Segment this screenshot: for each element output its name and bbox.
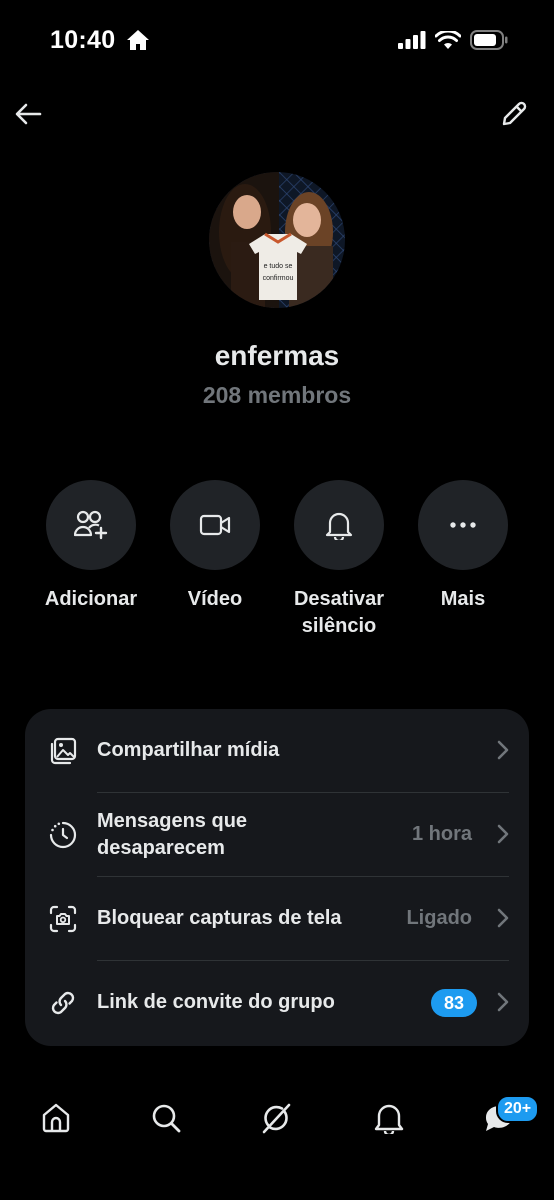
more-button-circle[interactable] xyxy=(418,480,508,570)
disappearing-messages-label: Mensagens que desaparecem xyxy=(97,810,248,859)
search-icon xyxy=(152,1104,181,1133)
chevron-right-icon xyxy=(497,740,509,760)
messages-badge: 20+ xyxy=(496,1095,540,1123)
share-media-row[interactable]: Compartilhar mídia xyxy=(25,709,529,793)
battery-icon xyxy=(470,30,508,50)
group-name: enfermas xyxy=(214,340,340,371)
bottom-tab-bar xyxy=(0,1080,554,1152)
avatar-shirt-text-line1: e tudo se xyxy=(264,263,293,270)
block-screenshots-row[interactable]: Bloquear capturas de tela Ligado xyxy=(25,877,529,961)
member-count[interactable]: 208 membros xyxy=(0,382,554,409)
pencil-icon xyxy=(502,101,527,126)
arrow-left-icon xyxy=(15,103,42,125)
home-icon xyxy=(42,1103,70,1133)
video-button-circle[interactable] xyxy=(170,480,260,570)
disappearing-messages-value: 1 hora xyxy=(411,823,472,845)
invite-link-row[interactable]: Link de convite do grupo 83 xyxy=(25,961,529,1045)
wifi-icon xyxy=(435,30,461,49)
chevron-right-icon xyxy=(497,908,509,928)
status-icons xyxy=(398,30,508,50)
screenshot-icon xyxy=(47,903,79,935)
more-icon xyxy=(450,522,476,528)
status-time: 10:40 xyxy=(50,26,116,54)
bell-icon xyxy=(325,512,353,540)
share-media-label: Compartilhar mídia xyxy=(97,739,280,761)
home-indicator-icon xyxy=(126,29,150,56)
grok-icon xyxy=(262,1103,291,1134)
add-people-icon xyxy=(74,510,108,540)
tab-home[interactable] xyxy=(36,1098,76,1138)
tab-notifications[interactable] xyxy=(369,1098,409,1138)
disappearing-messages-row[interactable]: Mensagens que desaparecem 1 hora xyxy=(25,793,529,877)
group-photo: e tudo se confirmou xyxy=(209,172,345,308)
back-button[interactable] xyxy=(6,92,50,136)
video-button-label: Vídeo xyxy=(187,588,243,610)
tab-search[interactable] xyxy=(146,1098,186,1138)
status-bar: 10:40 xyxy=(0,0,554,84)
avatar-shirt-text-line2: confirmou xyxy=(263,275,294,282)
top-nav xyxy=(0,92,554,136)
edit-button[interactable] xyxy=(492,92,536,136)
group-avatar[interactable]: e tudo se confirmou xyxy=(209,172,345,308)
add-button-label: Adicionar xyxy=(44,588,138,610)
invite-link-badge: 83 xyxy=(431,989,477,1017)
signal-icon xyxy=(398,31,426,49)
add-button-circle[interactable] xyxy=(46,480,136,570)
media-icon xyxy=(47,735,79,767)
group-settings-card: Compartilhar mídia Mensagens que desapar… xyxy=(25,709,529,1046)
more-button-label: Mais xyxy=(440,588,486,610)
block-screenshots-label: Bloquear capturas de tela xyxy=(97,907,342,929)
bell-icon xyxy=(374,1104,404,1134)
unmute-button-label: Desativar silêncio xyxy=(293,588,385,637)
chevron-right-icon xyxy=(497,824,509,844)
unmute-button-circle[interactable] xyxy=(294,480,384,570)
timer-icon xyxy=(47,819,79,851)
link-icon xyxy=(47,987,79,1019)
chevron-right-icon xyxy=(497,992,509,1012)
tab-grok[interactable] xyxy=(256,1098,296,1138)
more-button[interactable]: Mais xyxy=(388,480,538,613)
invite-link-label: Link de convite do grupo xyxy=(97,991,335,1013)
block-screenshots-value: Ligado xyxy=(406,907,472,929)
video-camera-icon xyxy=(199,514,231,536)
